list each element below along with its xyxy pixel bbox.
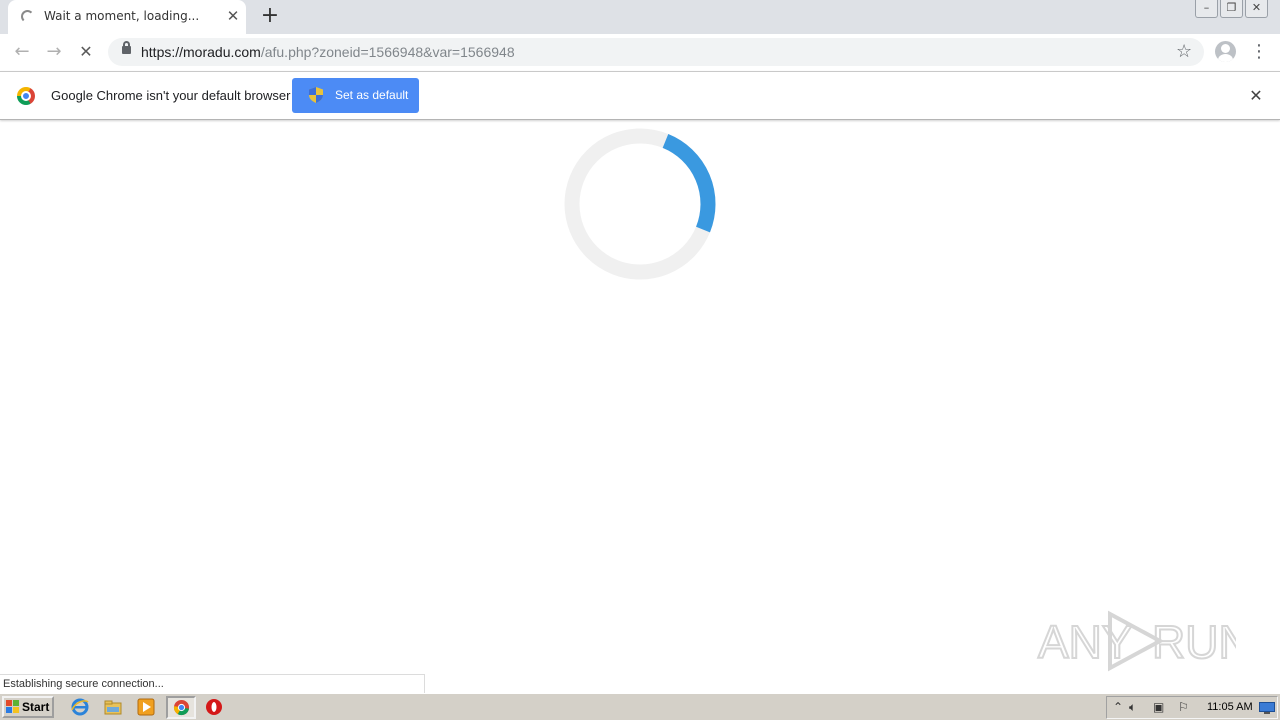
show-desktop-icon[interactable] — [1259, 702, 1275, 714]
url-host: https://moradu.com — [141, 44, 261, 60]
url-text[interactable]: https://moradu.com/afu.php?zoneid=156694… — [141, 44, 515, 60]
uac-shield-icon — [309, 87, 323, 103]
volume-icon[interactable]: 🔈︎ — [1129, 700, 1136, 715]
anyrun-watermark-logo: ANY RUN — [1037, 610, 1236, 672]
opera-icon[interactable] — [205, 698, 223, 716]
set-as-default-label: Set as default — [335, 88, 409, 102]
system-tray: ⌃ 🔈︎ ▣ ⚐ 11:05 AM — [1106, 696, 1278, 719]
forward-arrow-icon[interactable]: → — [42, 40, 66, 64]
chrome-logo-icon — [17, 87, 35, 105]
profile-avatar-icon[interactable] — [1215, 41, 1236, 62]
browser-tab[interactable]: Wait a moment, loading... ✕ — [8, 0, 246, 34]
watermark-text-run: RUN — [1152, 616, 1236, 668]
tab-close-icon[interactable]: ✕ — [224, 7, 242, 25]
stop-loading-icon[interactable]: ✕ — [74, 40, 98, 64]
clock[interactable]: 11:05 AM — [1207, 701, 1253, 713]
internet-explorer-icon[interactable] — [71, 698, 89, 716]
browser-toolbar: ← → ✕ https://moradu.com/afu.php?zoneid=… — [0, 34, 1280, 70]
media-player-icon[interactable] — [137, 698, 155, 716]
back-arrow-icon[interactable]: ← — [10, 40, 34, 64]
lock-icon[interactable] — [122, 41, 131, 54]
restore-button[interactable]: ❐ — [1220, 0, 1243, 18]
tab-strip: Wait a moment, loading... ✕ + – ❐ ✕ — [0, 0, 1280, 34]
action-center-flag-icon[interactable]: ⚐ — [1178, 700, 1189, 714]
windows-taskbar: Start ⌃ 🔈︎ ▣ ⚐ 11:05 AM — [0, 693, 1280, 720]
show-hidden-icons[interactable]: ⌃ — [1113, 700, 1123, 714]
tab-title: Wait a moment, loading... — [44, 9, 200, 23]
watermark-text-any: ANY — [1038, 616, 1133, 668]
loading-spinner — [564, 128, 716, 280]
file-explorer-icon[interactable] — [104, 698, 122, 716]
default-browser-infobar: Google Chrome isn't your default browser… — [0, 71, 1280, 120]
address-bar[interactable]: https://moradu.com/afu.php?zoneid=156694… — [108, 38, 1204, 66]
window-close-button[interactable]: ✕ — [1245, 0, 1268, 18]
infobar-close-icon[interactable]: ✕ — [1246, 87, 1266, 105]
bookmark-star-icon[interactable]: ☆ — [1176, 41, 1192, 62]
windows-logo-icon — [6, 700, 19, 713]
tab-loading-icon — [21, 10, 34, 23]
start-button[interactable]: Start — [2, 696, 54, 718]
url-path: /afu.php?zoneid=1566948&var=1566948 — [260, 44, 515, 60]
new-tab-button[interactable]: + — [259, 5, 281, 27]
chrome-icon — [173, 699, 190, 716]
status-bubble: Establishing secure connection... — [0, 674, 425, 693]
set-as-default-button[interactable]: Set as default — [292, 78, 419, 113]
start-label: Start — [22, 700, 50, 714]
network-icon[interactable]: ▣ — [1153, 700, 1164, 714]
minimize-button[interactable]: – — [1195, 0, 1218, 18]
infobar-message: Google Chrome isn't your default browser — [51, 88, 291, 103]
window-controls: – ❐ ✕ — [1193, 0, 1268, 18]
chrome-taskbar-button[interactable] — [166, 696, 196, 719]
kebab-menu-icon[interactable]: ⋮ — [1249, 40, 1269, 64]
